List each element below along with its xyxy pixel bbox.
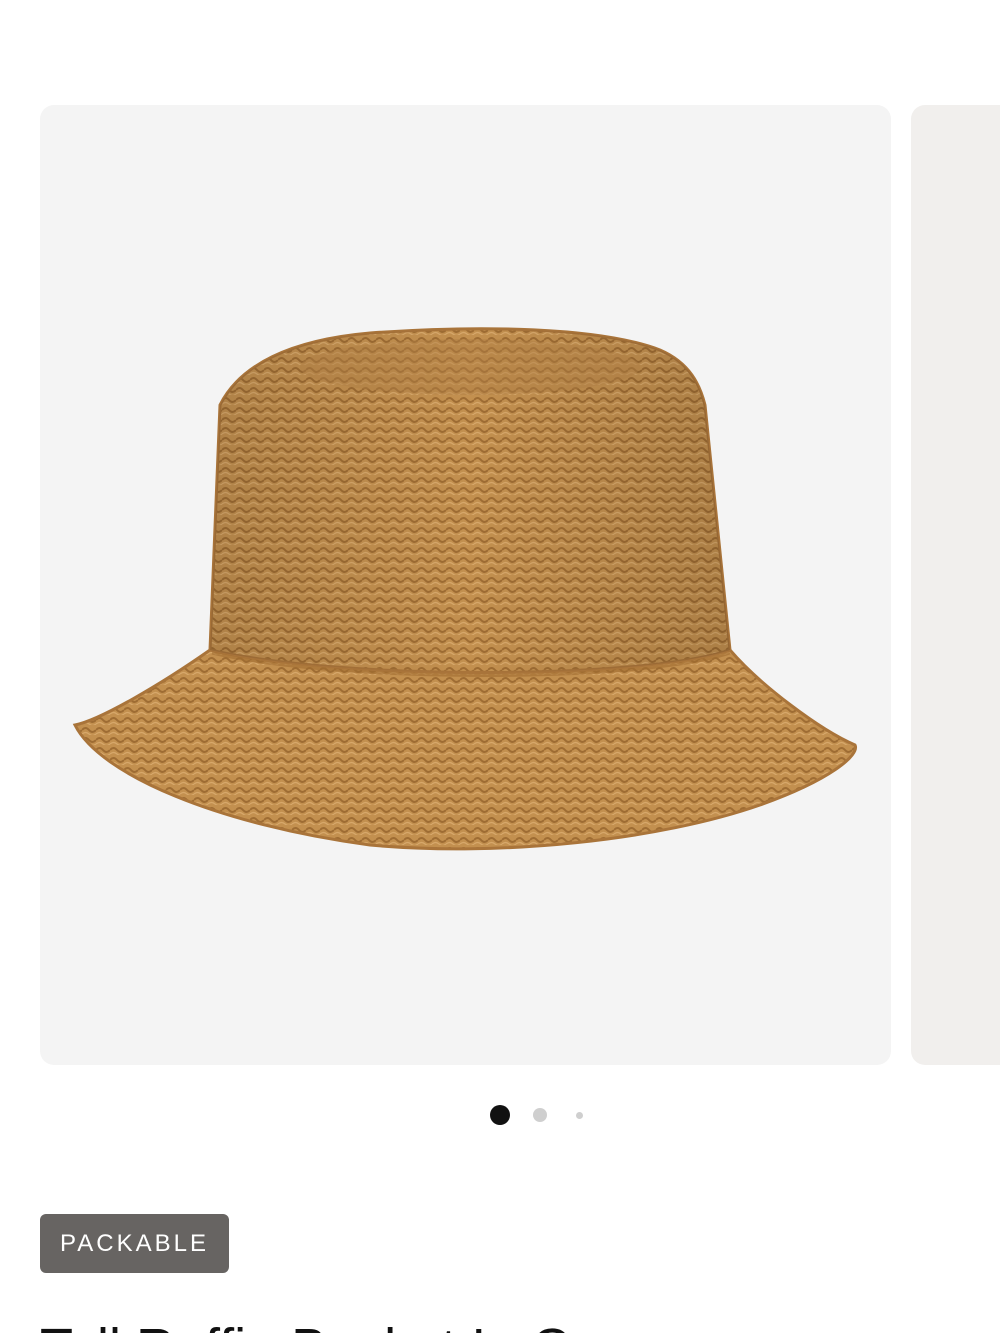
product-image-carousel[interactable]	[0, 105, 1000, 1065]
pagination-dot-active[interactable]	[490, 1105, 510, 1125]
packable-badge: PACKABLE	[40, 1214, 229, 1273]
product-page: PACKABLE Tall Raffia Bucket In Cream	[0, 0, 1000, 1333]
carousel-pagination	[0, 1100, 1000, 1130]
pagination-dot[interactable]	[533, 1108, 547, 1122]
pagination-dot[interactable]	[576, 1112, 583, 1119]
product-image-slide[interactable]	[40, 105, 891, 1065]
next-product-image-slide[interactable]	[911, 105, 1000, 1065]
straw-bucket-hat-image	[72, 327, 857, 851]
product-title: Tall Raffia Bucket In Cream	[40, 1318, 693, 1333]
